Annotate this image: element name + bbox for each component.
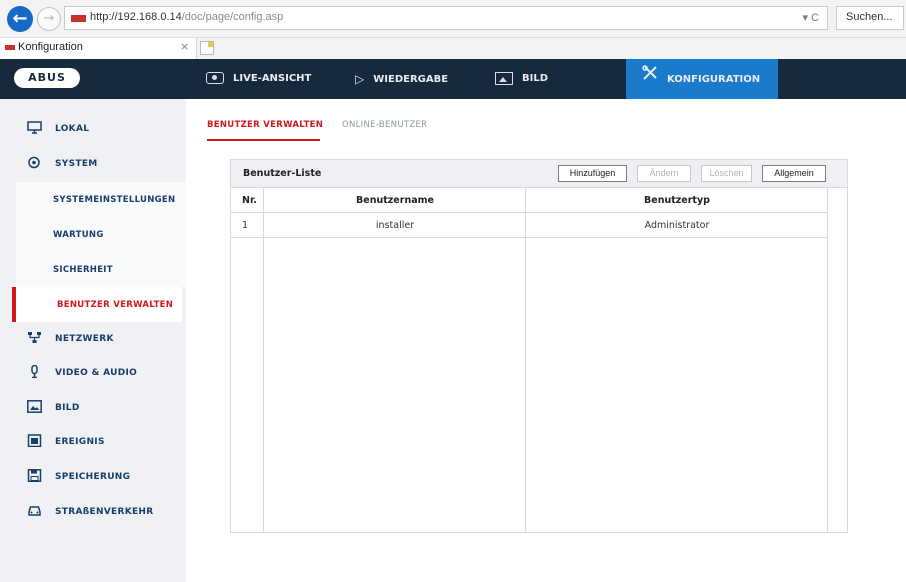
- column-divider: [263, 188, 264, 532]
- delete-user-button[interactable]: Löschen: [701, 165, 752, 182]
- car-icon: [28, 506, 41, 516]
- browser-address-bar: ← → http://192.168.0.14/doc/page/config.…: [0, 0, 906, 38]
- sidebar-label-network: NETZWERK: [55, 334, 114, 344]
- tab-close-button[interactable]: ×: [180, 40, 189, 53]
- nav-live-label: LIVE-ANSICHT: [233, 73, 312, 84]
- edit-user-button[interactable]: Ändern: [637, 165, 691, 182]
- abus-logo: ABUS: [14, 68, 80, 88]
- nav-config-label: KONFIGURATION: [667, 74, 761, 85]
- browser-tab-config[interactable]: Konfiguration ×: [0, 38, 197, 59]
- refresh-button[interactable]: ▾ C: [802, 11, 819, 24]
- tab-title: Konfiguration: [18, 41, 83, 53]
- sidebar-label-video-audio: VIDEO & AUDIO: [55, 368, 138, 378]
- nav-image-label: BILD: [522, 73, 549, 84]
- sidebar-label-image: BILD: [55, 403, 80, 413]
- nav-live-view[interactable]: LIVE-ANSICHT: [206, 59, 311, 99]
- column-header-nr: Nr.: [242, 195, 257, 206]
- network-icon: [28, 332, 41, 343]
- forward-button[interactable]: →: [37, 7, 61, 31]
- url-text: http://192.168.0.14/doc/page/config.asp: [90, 11, 283, 23]
- app-header: ABUS LIVE-ANSICHT ▷ WIEDERGABE BILD KONFI…: [0, 59, 906, 99]
- user-list-panel: Benutzer-Liste Hinzufügen Ändern Löschen…: [230, 159, 848, 533]
- sidebar-sub-user-management[interactable]: BENUTZER VERWALTEN: [12, 287, 182, 322]
- cell-username: installer: [375, 220, 415, 231]
- url-field[interactable]: http://192.168.0.14/doc/page/config.asp …: [64, 6, 828, 30]
- sidebar-sub-system-settings[interactable]: SYSTEMEINSTELLUNGEN: [16, 182, 186, 217]
- nav-playback-label: WIEDERGABE: [373, 74, 449, 85]
- sidebar-sub-label: SYSTEMEINSTELLUNGEN: [53, 195, 176, 205]
- url-host: http://192.168.0.14: [90, 11, 182, 23]
- cell-usertype: Administrator: [644, 220, 710, 231]
- general-settings-button[interactable]: Allgemein: [762, 165, 826, 182]
- sidebar-label-storage: SPEICHERUNG: [55, 472, 131, 482]
- sidebar-sub-label: BENUTZER VERWALTEN: [57, 300, 174, 310]
- new-tab-button[interactable]: [200, 41, 214, 55]
- tab-user-management[interactable]: BENUTZER VERWALTEN: [207, 120, 323, 130]
- sidebar-label-traffic: STRAßENVERKEHR: [55, 507, 154, 517]
- nav-configuration[interactable]: KONFIGURATION: [626, 59, 778, 99]
- floppy-disk-icon: [27, 469, 42, 482]
- tools-icon: [642, 59, 658, 99]
- image-icon: [27, 400, 42, 413]
- play-icon: ▷: [355, 72, 365, 86]
- site-favicon-icon: [71, 15, 86, 22]
- microphone-icon: [31, 365, 38, 378]
- monitor-icon: [27, 121, 42, 134]
- active-tab-indicator: [207, 139, 320, 141]
- column-divider: [525, 188, 526, 532]
- logo-area: ABUS: [0, 59, 186, 99]
- column-header-username: Benutzername: [356, 195, 434, 206]
- sidebar-label-lokal: LOKAL: [55, 124, 90, 134]
- arrow-right-icon: →: [43, 11, 55, 26]
- config-page: ← → http://192.168.0.14/doc/page/config.…: [0, 0, 906, 582]
- add-user-button[interactable]: Hinzufügen: [558, 165, 627, 182]
- gear-icon: [28, 156, 40, 169]
- table-header-row: Nr. Benutzername Benutzertyp: [231, 188, 827, 213]
- image-icon: [495, 71, 513, 85]
- camera-eye-icon: [206, 72, 224, 84]
- sidebar-sub-security[interactable]: SICHERHEIT: [16, 252, 186, 287]
- sidebar-sub-label: WARTUNG: [53, 230, 104, 240]
- nav-image[interactable]: BILD: [495, 59, 548, 99]
- user-list-header: Benutzer-Liste Hinzufügen Ändern Löschen…: [231, 160, 847, 188]
- tab-online-users[interactable]: ONLINE-BENUTZER: [342, 120, 427, 130]
- sidebar-sub-maintenance[interactable]: WARTUNG: [16, 217, 186, 252]
- sidebar-label-system: SYSTEM: [55, 159, 98, 169]
- sidebar-sub-label: SICHERHEIT: [53, 265, 113, 275]
- url-path: /doc/page/config.asp: [181, 11, 284, 23]
- back-button[interactable]: ←: [7, 6, 33, 32]
- table-row[interactable]: 1 installer Administrator: [231, 213, 827, 238]
- user-list-title: Benutzer-Liste: [243, 168, 322, 179]
- sidebar-label-event: EREIGNIS: [55, 437, 105, 447]
- browser-tab-strip: Konfiguration ×: [0, 38, 906, 60]
- column-header-usertype: Benutzertyp: [644, 195, 710, 206]
- tab-favicon-icon: [5, 45, 15, 50]
- calendar-icon: [27, 434, 42, 447]
- nav-playback[interactable]: ▷ WIEDERGABE: [355, 59, 448, 99]
- browser-search-input[interactable]: Suchen...: [836, 6, 904, 30]
- cell-nr: 1: [242, 220, 249, 231]
- column-divider: [827, 188, 828, 532]
- arrow-left-icon: ←: [12, 8, 28, 29]
